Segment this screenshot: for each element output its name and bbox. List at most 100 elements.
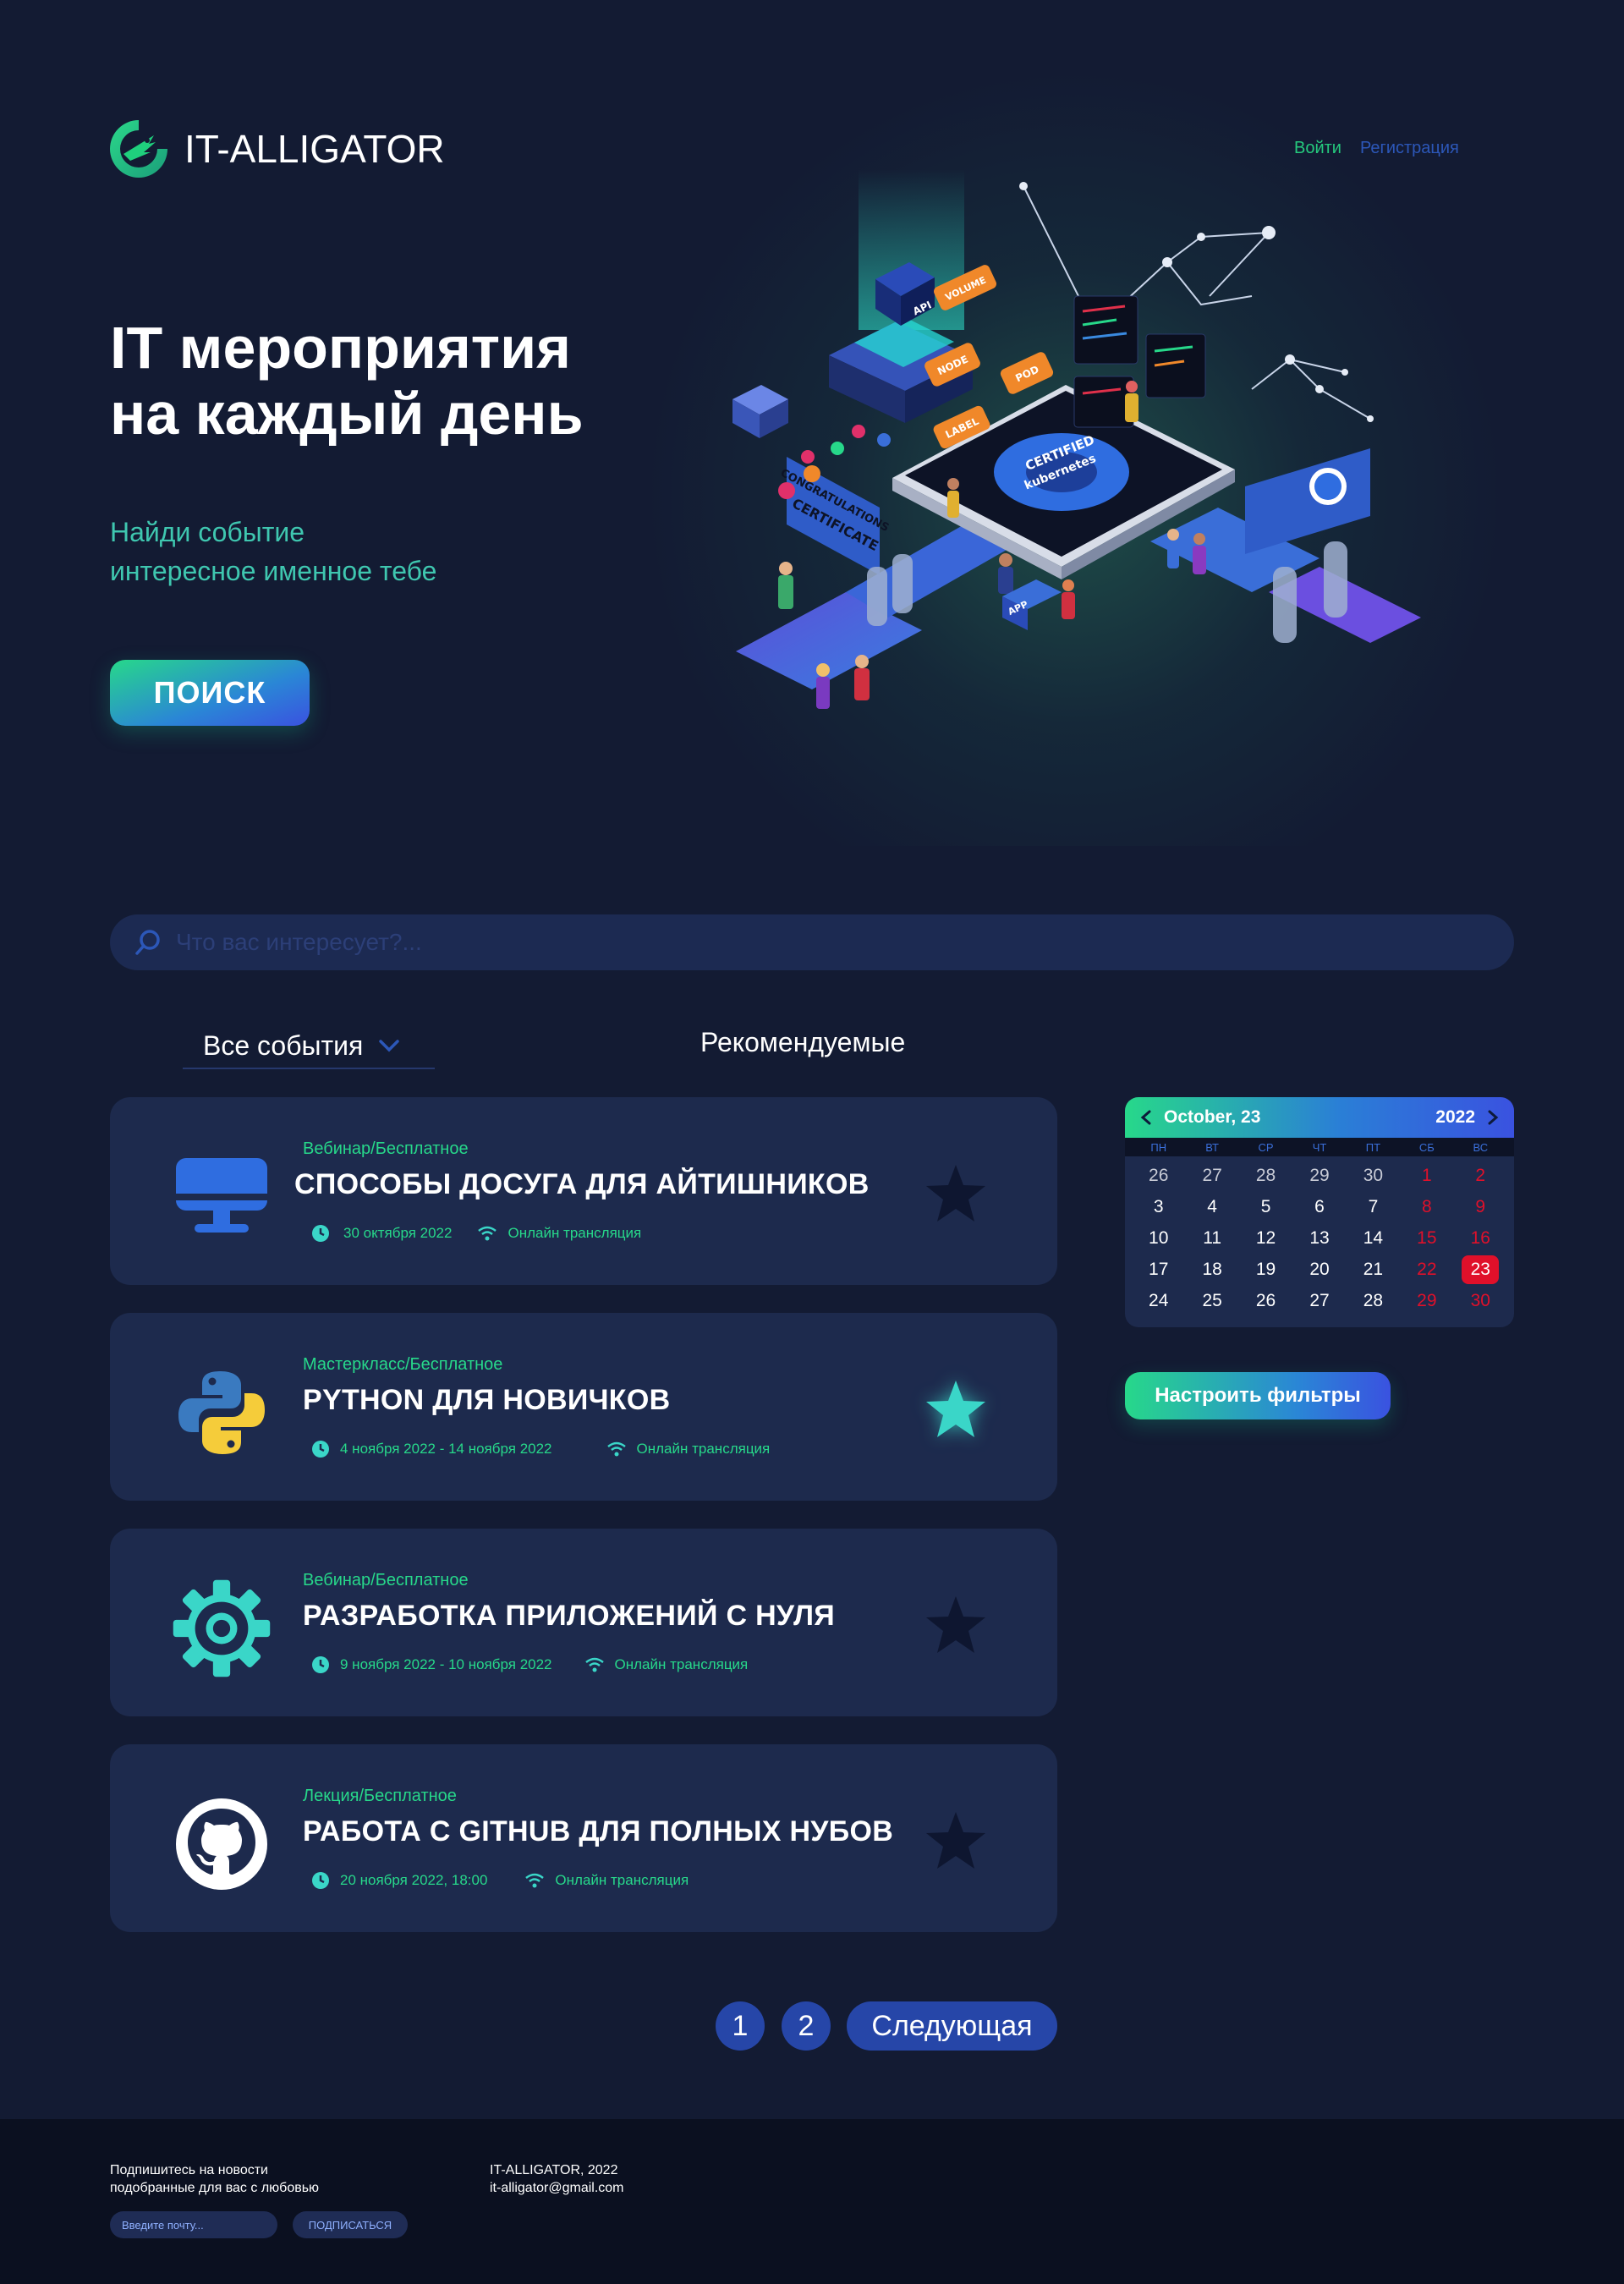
calendar-day[interactable]: 27 <box>1185 1160 1238 1191</box>
calendar-day[interactable]: 20 <box>1292 1254 1346 1285</box>
auth-links: Войти Регистрация <box>1294 139 1459 158</box>
calendar-day[interactable]: 11 <box>1185 1222 1238 1254</box>
event-format: Онлайн трансляция <box>614 1656 749 1672</box>
calendar-day[interactable]: 30 <box>1454 1285 1507 1316</box>
calendar-days: 26 27 28 29 30 1 2 3 4 5 6 7 8 9 10 11 1… <box>1125 1156 1514 1316</box>
newsletter-line1: Подпишитесь на новости <box>110 2163 268 2177</box>
event-date: 30 октября 2022 <box>343 1225 453 1241</box>
event-title[interactable]: РАБОТА С GITHUB ДЛЯ ПОЛНЫХ НУБОВ <box>303 1815 893 1848</box>
favorite-star-icon[interactable] <box>924 1377 988 1441</box>
event-category: Мастеркласс/Бесплатное <box>303 1355 503 1374</box>
footer-copyright: IT-ALLIGATOR, 2022 <box>490 2163 618 2177</box>
wifi-icon <box>584 1657 604 1672</box>
calendar-day[interactable]: 25 <box>1185 1285 1238 1316</box>
calendar-day[interactable]: 30 <box>1347 1160 1400 1191</box>
favorite-star-icon[interactable] <box>924 1809 988 1873</box>
tab-all-events[interactable]: Все события <box>183 1024 435 1069</box>
configure-filters-button[interactable]: Настроить фильтры <box>1125 1372 1391 1419</box>
newsletter-text: Подпишитесь на новости подобранные для в… <box>110 2161 319 2197</box>
event-title[interactable]: РАЗРАБОТКА ПРИЛОЖЕНИЙ С НУЛЯ <box>303 1600 835 1633</box>
calendar-day[interactable]: 27 <box>1292 1285 1346 1316</box>
event-card[interactable]: Вебинар/Бесплатное РАЗРАБОТКА ПРИЛОЖЕНИЙ… <box>110 1529 1057 1716</box>
calendar-day[interactable]: 10 <box>1132 1222 1185 1254</box>
calendar-day[interactable]: 28 <box>1239 1160 1292 1191</box>
weekday-label: ВТ <box>1205 1140 1219 1154</box>
event-format: Онлайн трансляция <box>508 1225 642 1241</box>
event-meta: 4 ноября 2022 - 14 ноября 2022 Онлайн тр… <box>311 1440 770 1458</box>
search-input[interactable] <box>176 929 1445 956</box>
calendar-day[interactable]: 26 <box>1132 1160 1185 1191</box>
event-card[interactable]: Вебинар/Бесплатное СПОСОБЫ ДОСУГА ДЛЯ АЙ… <box>110 1097 1057 1285</box>
newsletter-line2: подобранные для вас с любовью <box>110 2181 320 2195</box>
chevron-right-icon[interactable] <box>1487 1109 1499 1126</box>
event-meta: 30 октября 2022 Онлайн трансляция <box>311 1224 641 1243</box>
calendar-day[interactable]: 29 <box>1400 1285 1453 1316</box>
calendar-day[interactable]: 28 <box>1347 1285 1400 1316</box>
calendar-day[interactable]: 5 <box>1239 1191 1292 1222</box>
event-card[interactable]: Мастеркласс/Бесплатное PYTHON ДЛЯ НОВИЧК… <box>110 1313 1057 1501</box>
favorite-star-icon[interactable] <box>924 1161 988 1226</box>
weekday-label: ЧТ <box>1312 1140 1327 1154</box>
clock-icon <box>312 1656 329 1673</box>
subscribe-button[interactable]: ПОДПИСАТЬСЯ <box>293 2211 408 2238</box>
calendar-day-selected[interactable]: 23 <box>1454 1254 1507 1285</box>
tab-recommended[interactable]: Рекомендуемые <box>700 1027 905 1058</box>
calendar-day[interactable]: 2 <box>1454 1160 1507 1191</box>
event-title[interactable]: PYTHON ДЛЯ НОВИЧКОВ <box>303 1384 670 1417</box>
alligator-logo-icon <box>110 120 167 178</box>
calendar-day[interactable]: 4 <box>1185 1191 1238 1222</box>
calendar-day[interactable]: 16 <box>1454 1222 1507 1254</box>
next-page-button[interactable]: Следующая <box>847 2001 1057 2051</box>
login-link[interactable]: Войти <box>1294 139 1341 158</box>
event-date: 4 ноября 2022 - 14 ноября 2022 <box>340 1441 552 1457</box>
logo[interactable]: IT-ALLIGATOR <box>105 115 445 183</box>
event-title[interactable]: СПОСОБЫ ДОСУГА ДЛЯ АЙТИШНИКОВ <box>294 1168 870 1201</box>
calendar-day[interactable]: 1 <box>1400 1160 1453 1191</box>
calendar-day[interactable]: 18 <box>1185 1254 1238 1285</box>
event-category: Вебинар/Бесплатное <box>303 1139 469 1158</box>
calendar-day[interactable]: 13 <box>1292 1222 1346 1254</box>
footer-email[interactable]: it-alligator@gmail.com <box>490 2179 624 2197</box>
register-link[interactable]: Регистрация <box>1360 139 1459 158</box>
weekday-label: СР <box>1258 1140 1274 1154</box>
logo-text: IT-ALLIGATOR <box>184 127 445 171</box>
wifi-icon <box>525 1873 545 1888</box>
chevron-left-icon[interactable] <box>1140 1109 1152 1126</box>
calendar-day[interactable]: 22 <box>1400 1254 1453 1285</box>
calendar-day[interactable]: 29 <box>1292 1160 1346 1191</box>
hero-search-button[interactable]: ПОИСК <box>110 660 310 726</box>
event-date: 20 ноября 2022, 18:00 <box>340 1872 488 1888</box>
calendar-day[interactable]: 8 <box>1400 1191 1453 1222</box>
clock-icon <box>312 1872 329 1889</box>
calendar-header: October, 23 2022 <box>1125 1097 1514 1138</box>
calendar-day[interactable]: 17 <box>1132 1254 1185 1285</box>
hero-title-line1: IT мероприятия <box>110 315 571 381</box>
wifi-icon <box>478 1226 497 1241</box>
calendar-day[interactable]: 15 <box>1400 1222 1453 1254</box>
calendar-day[interactable]: 26 <box>1239 1285 1292 1316</box>
newsletter-email-input[interactable] <box>110 2211 277 2238</box>
footer-contacts: IT-ALLIGATOR, 2022 it-alligator@gmail.co… <box>490 2161 624 2197</box>
event-card[interactable]: Лекция/Бесплатное РАБОТА С GITHUB ДЛЯ ПО… <box>110 1744 1057 1932</box>
calendar-day[interactable]: 12 <box>1239 1222 1292 1254</box>
footer <box>0 2119 1624 2284</box>
wifi-icon <box>606 1441 626 1457</box>
page-1-button[interactable]: 1 <box>716 2001 765 2051</box>
code-panels <box>1073 295 1206 428</box>
search-icon <box>135 930 160 955</box>
calendar-day[interactable]: 21 <box>1347 1254 1400 1285</box>
search-bar[interactable] <box>110 914 1514 970</box>
favorite-star-icon[interactable] <box>924 1593 988 1657</box>
calendar-day[interactable]: 3 <box>1132 1191 1185 1222</box>
page-2-button[interactable]: 2 <box>782 2001 831 2051</box>
calendar-day[interactable]: 24 <box>1132 1285 1185 1316</box>
hero-title-line2: на каждый день <box>110 381 584 447</box>
event-category: Лекция/Бесплатное <box>303 1787 457 1805</box>
calendar-day[interactable]: 19 <box>1239 1254 1292 1285</box>
calendar-day[interactable]: 14 <box>1347 1222 1400 1254</box>
weekday-label: ВС <box>1473 1140 1489 1154</box>
github-icon <box>171 1793 272 1895</box>
calendar-day[interactable]: 9 <box>1454 1191 1507 1222</box>
calendar-day[interactable]: 7 <box>1347 1191 1400 1222</box>
calendar-day[interactable]: 6 <box>1292 1191 1346 1222</box>
